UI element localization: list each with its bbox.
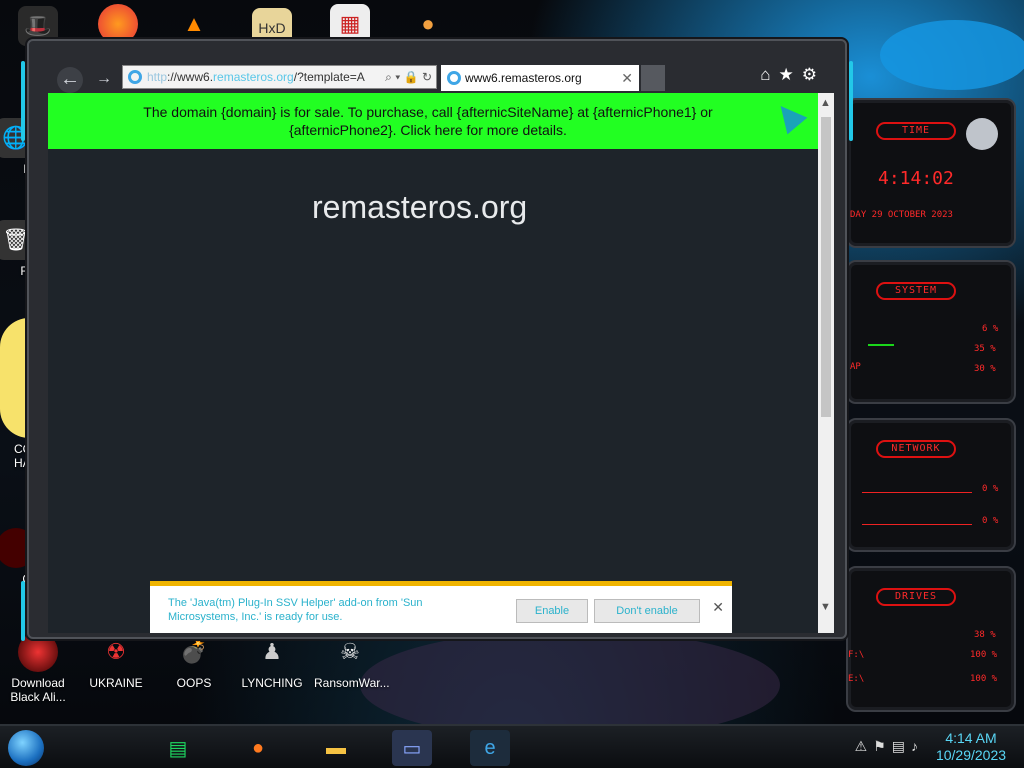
system-gadget: SYSTEM AP 6 % 35 % 30 % bbox=[846, 260, 1016, 404]
drives-gadget-value: 100 % bbox=[970, 674, 998, 684]
drives-gadget: DRIVES 38 % F:\ 100 % E:\ 100 % bbox=[846, 566, 1016, 712]
user-icon: ● bbox=[421, 11, 435, 36]
internet-explorer-icon[interactable]: e bbox=[470, 730, 510, 766]
file-explorer-icon[interactable]: ▬ bbox=[316, 730, 356, 766]
firefox-icon[interactable]: ● bbox=[238, 730, 278, 766]
drives-gadget-value: 38 % bbox=[974, 630, 996, 640]
ie-tab-icon bbox=[447, 71, 461, 85]
back-button[interactable]: ← bbox=[57, 67, 83, 93]
drives-gadget-label: F:\ bbox=[848, 650, 865, 660]
taskbar-clock[interactable]: 4:14 AM 10/29/2023 bbox=[926, 730, 1016, 764]
address-path: /?template=A bbox=[293, 70, 365, 84]
maze-icon: ▦ bbox=[330, 4, 370, 44]
window-icon[interactable]: ▭ bbox=[392, 730, 432, 766]
browser-window[interactable]: ← → http://www6.remasteros.org/?template… bbox=[21, 39, 853, 641]
domain-sale-banner[interactable]: The domain {domain} is for sale. To purc… bbox=[48, 93, 818, 149]
enable-button[interactable]: Enable bbox=[516, 599, 588, 623]
system-gadget-value: 6 % bbox=[982, 324, 999, 334]
desktop-icon-lynching[interactable]: ♟ LYNCHING bbox=[236, 632, 308, 691]
clock-date: 10/29/2023 bbox=[935, 747, 1007, 763]
system-tray: ⚠⚑▤♪ bbox=[855, 738, 924, 755]
volume-icon[interactable]: ♪ bbox=[911, 738, 924, 754]
dont-enable-button[interactable]: Don't enable bbox=[594, 599, 700, 623]
time-gadget-title: TIME bbox=[876, 122, 956, 140]
desktop-icon-ukraine[interactable]: ☢ UKRAINE bbox=[80, 632, 152, 691]
taskbar: ▤ ● ▬ ▭ e ⚠⚑▤♪ 4:14 AM 10/29/2023 bbox=[0, 724, 1024, 768]
system-gadget-value: 30 % bbox=[974, 364, 996, 374]
star-icon[interactable]: ★ bbox=[779, 65, 802, 84]
forward-button[interactable]: → bbox=[91, 67, 117, 93]
start-button[interactable] bbox=[8, 730, 44, 766]
system-gadget-title: SYSTEM bbox=[876, 282, 956, 300]
lock-icon: 🔒 bbox=[403, 70, 419, 84]
scrollbar-thumb[interactable] bbox=[821, 117, 831, 417]
network-gadget-title: NETWORK bbox=[876, 440, 956, 458]
address-scheme: http bbox=[147, 70, 168, 84]
system-gadget-value: 35 % bbox=[974, 344, 996, 354]
scroll-up-icon[interactable]: ▲ bbox=[820, 97, 831, 109]
alien-head-icon bbox=[966, 118, 998, 150]
time-gadget-date: DAY 29 OCTOBER 2023 bbox=[850, 210, 953, 220]
desktop-icon-oops[interactable]: 💣 OOPS bbox=[158, 632, 230, 691]
addon-notification-bar: The 'Java(tm) Plug-In SSV Helper' add-on… bbox=[150, 581, 732, 633]
search-icon[interactable]: ⌕ bbox=[385, 70, 392, 84]
cursor-icon bbox=[770, 97, 808, 135]
system-gadgets-panel: TIME 4:14:02 DAY 29 OCTOBER 2023 SYSTEM … bbox=[846, 92, 1024, 712]
network-gadget: NETWORK 0 % 0 % bbox=[846, 418, 1016, 552]
browser-toolbar-icons: ⌂★⚙ bbox=[760, 65, 825, 85]
window-frame-accent bbox=[21, 61, 25, 141]
tab-active[interactable]: www6.remasteros.org ✕ bbox=[441, 65, 639, 91]
drives-gadget-value: 100 % bbox=[970, 650, 998, 660]
notification-close-icon[interactable]: ✕ bbox=[712, 600, 724, 614]
system-usage-bar bbox=[868, 344, 894, 346]
ie-favicon-icon bbox=[128, 70, 142, 84]
notification-message: The 'Java(tm) Plug-In SSV Helper' add-on… bbox=[168, 597, 423, 623]
network-gadget-value: 0 % bbox=[982, 516, 999, 526]
gear-icon[interactable]: ⚙ bbox=[802, 65, 825, 84]
time-gadget: TIME 4:14:02 DAY 29 OCTOBER 2023 bbox=[846, 98, 1016, 248]
drives-gadget-label: E:\ bbox=[848, 674, 865, 684]
browser-navbar: ← → http://www6.remasteros.org/?template… bbox=[29, 61, 845, 97]
address-subdomain: ://www6. bbox=[167, 70, 214, 84]
tab-title: www6.remasteros.org bbox=[465, 71, 582, 85]
network-graph-line bbox=[862, 524, 972, 525]
home-icon[interactable]: ⌂ bbox=[760, 65, 778, 84]
address-bar[interactable]: http://www6.remasteros.org/?template=A ⌕… bbox=[122, 65, 437, 89]
network-graph-line bbox=[862, 492, 972, 493]
banner-text: The domain {domain} is for sale. To purc… bbox=[143, 104, 713, 138]
new-tab-button[interactable] bbox=[641, 65, 665, 91]
notification-icon[interactable]: ⚠ bbox=[855, 738, 874, 754]
window-frame-accent bbox=[849, 61, 853, 141]
window-frame-accent bbox=[21, 581, 25, 641]
page-content: The domain {domain} is for sale. To purc… bbox=[48, 93, 834, 633]
vlc-icon: ▲ bbox=[183, 11, 205, 36]
tab-close-icon[interactable]: ✕ bbox=[621, 65, 633, 91]
clock-time: 4:14 AM bbox=[945, 730, 997, 746]
address-domain: remasteros.org bbox=[213, 70, 294, 84]
site-name-heading: remasteros.org bbox=[312, 189, 528, 225]
address-bar-actions: ⌕ ▾ 🔒 ↻ bbox=[381, 66, 432, 88]
refresh-icon[interactable]: ↻ bbox=[422, 70, 432, 84]
flag-icon[interactable]: ⚑ bbox=[873, 738, 892, 754]
drives-gadget-title: DRIVES bbox=[876, 588, 956, 606]
network-gadget-value: 0 % bbox=[982, 484, 999, 494]
vertical-scrollbar[interactable]: ▲ ▼ bbox=[818, 93, 834, 633]
system-gadget-label: AP bbox=[850, 362, 861, 372]
time-gadget-clock: 4:14:02 bbox=[878, 168, 954, 189]
dropdown-icon[interactable]: ▾ bbox=[395, 70, 400, 84]
desktop-icon-black-alien[interactable]: Download Black Ali... bbox=[2, 632, 74, 704]
spotify-icon[interactable]: ▤ bbox=[158, 730, 198, 766]
scroll-down-icon[interactable]: ▼ bbox=[820, 601, 831, 613]
desktop-icon-ransomware[interactable]: ☠ RansomWar... bbox=[314, 632, 390, 691]
firefox-icon bbox=[98, 4, 138, 44]
network-icon[interactable]: ▤ bbox=[892, 738, 911, 754]
